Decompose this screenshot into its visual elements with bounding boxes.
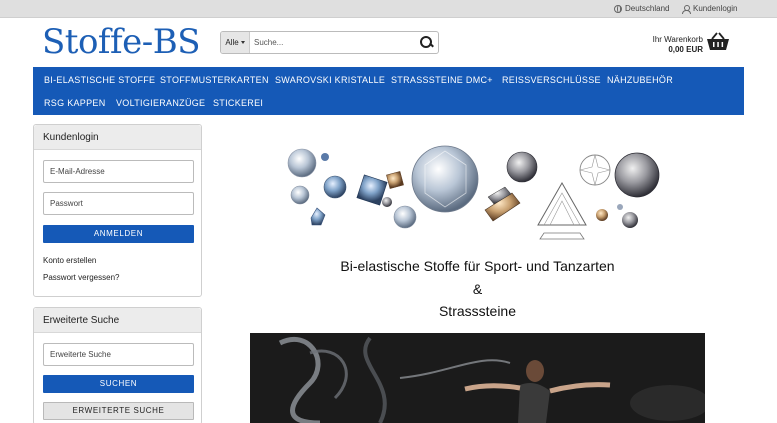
nav-item-strasssteine-dmc[interactable]: STRASSSTEINE DMC+ bbox=[391, 75, 493, 85]
search-bar: Alle bbox=[220, 31, 439, 54]
advanced-search-box: Erweiterte Suche SUCHEN ERWEITERTE SUCHE bbox=[33, 307, 202, 423]
create-account-link[interactable]: Konto erstellen bbox=[43, 256, 96, 265]
search-submit-button[interactable]: SUCHEN bbox=[43, 375, 194, 393]
search-input[interactable] bbox=[254, 35, 414, 50]
gymnast-photo bbox=[250, 333, 705, 423]
advanced-search-input[interactable] bbox=[43, 343, 194, 366]
headline-rhinestones: Strasssteine bbox=[438, 303, 517, 319]
basket-icon[interactable] bbox=[706, 32, 730, 52]
nav-item-voltigieranzuege[interactable]: VOLTIGIERANZÜGE bbox=[116, 98, 205, 108]
login-box-title: Kundenlogin bbox=[34, 125, 201, 150]
caret-down-icon bbox=[240, 41, 245, 44]
nav-item-stoffmusterkarten[interactable]: STOFFMUSTERKARTEN bbox=[160, 75, 269, 85]
password-field[interactable] bbox=[43, 192, 194, 215]
main-navigation: BI-ELASTISCHE STOFFE STOFFMUSTERKARTEN S… bbox=[33, 67, 744, 115]
nav-item-bi-elastische-stoffe[interactable]: BI-ELASTISCHE STOFFE bbox=[44, 75, 155, 85]
customer-login-label: Kundenlogin bbox=[693, 4, 738, 13]
nav-item-swarovski-kristalle[interactable]: SWAROVSKI KRISTALLE bbox=[275, 75, 385, 85]
nav-item-stickerei[interactable]: STICKEREI bbox=[213, 98, 263, 108]
headline-ampersand: & bbox=[472, 281, 483, 297]
country-selector[interactable]: Deutschland bbox=[614, 4, 669, 13]
search-category-dropdown[interactable]: Alle bbox=[221, 32, 250, 53]
login-button[interactable]: ANMELDEN bbox=[43, 225, 194, 243]
top-bar: Deutschland Kundenlogin bbox=[0, 0, 777, 18]
nav-item-reissverschluesse[interactable]: REISSVERSCHLÜSSE bbox=[502, 75, 601, 85]
cart-label: Ihr Warenkorb bbox=[652, 35, 703, 44]
user-icon bbox=[682, 4, 691, 14]
search-category-label: Alle bbox=[225, 38, 239, 47]
login-box: Kundenlogin ANMELDEN Konto erstellen Pas… bbox=[33, 124, 202, 297]
cart-summary[interactable]: Ihr Warenkorb 0,00 EUR bbox=[651, 35, 703, 55]
gymnast-photo-art bbox=[278, 336, 705, 423]
nav-item-rsg-kappen[interactable]: RSG KAPPEN bbox=[44, 98, 106, 108]
crystal-banner-image bbox=[287, 145, 660, 240]
customer-login-link[interactable]: Kundenlogin bbox=[682, 4, 738, 14]
cart-total: 0,00 EUR bbox=[668, 45, 703, 54]
nav-item-naehzubehoer[interactable]: NÄHZUBEHÖR bbox=[607, 75, 673, 85]
forgot-password-link[interactable]: Passwort vergessen? bbox=[43, 273, 119, 282]
headline-fabrics: Bi-elastische Stoffe für Sport- und Tanz… bbox=[340, 258, 615, 274]
country-label: Deutschland bbox=[625, 4, 670, 13]
search-icon[interactable] bbox=[420, 36, 433, 49]
advanced-search-title: Erweiterte Suche bbox=[34, 308, 201, 333]
email-field[interactable] bbox=[43, 160, 194, 183]
site-logo[interactable]: Stoffe-BS bbox=[42, 22, 200, 62]
advanced-search-button[interactable]: ERWEITERTE SUCHE bbox=[43, 402, 194, 420]
globe-icon bbox=[614, 4, 622, 13]
